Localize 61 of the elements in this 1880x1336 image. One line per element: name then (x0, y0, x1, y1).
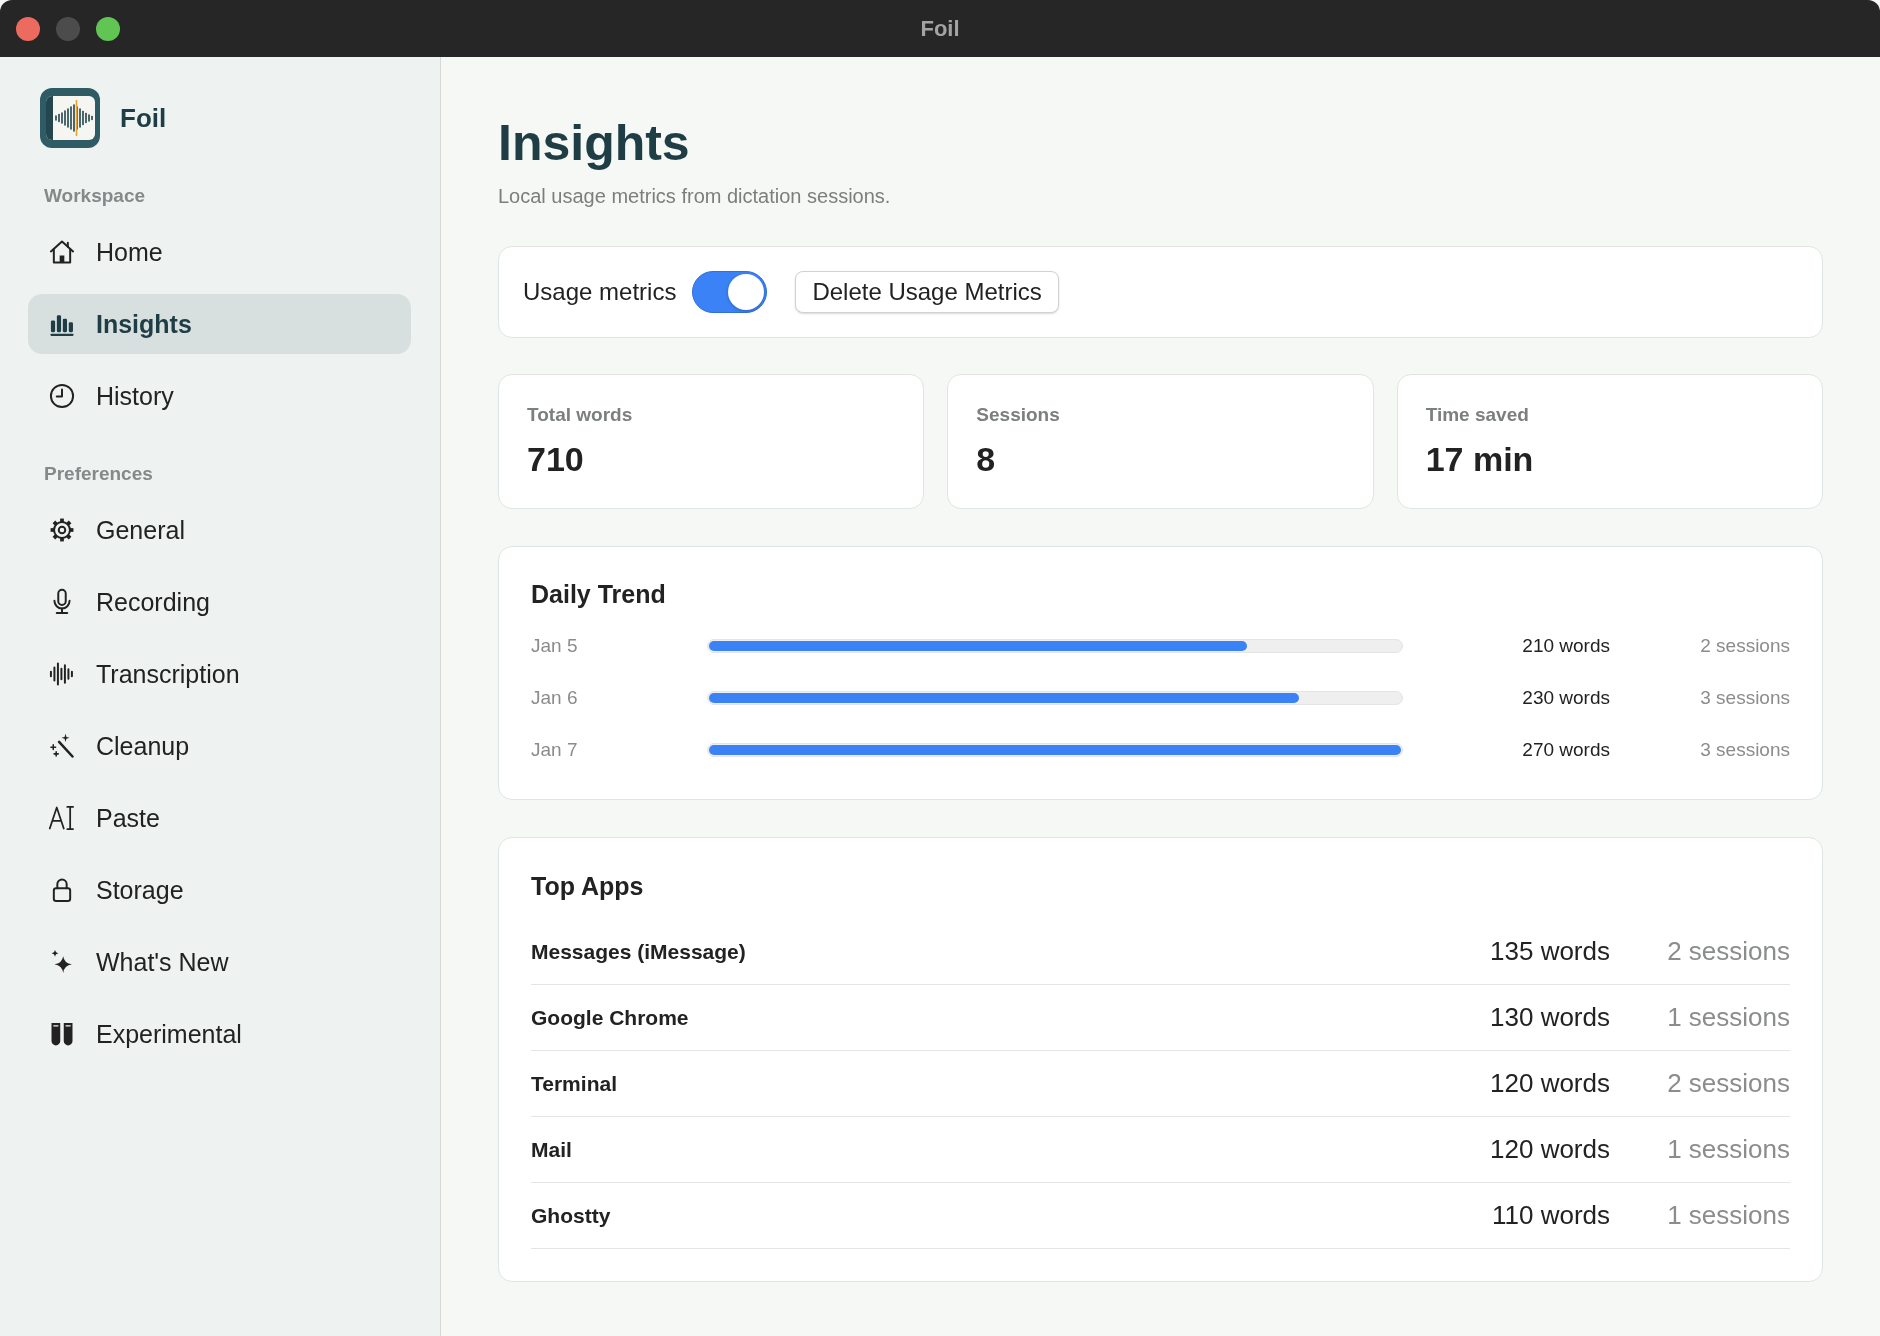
sidebar-item[interactable]: Insights (28, 294, 411, 354)
session-count: 1 sessions (1667, 1002, 1790, 1033)
waveform-logo-icon (40, 88, 100, 148)
stat-label: Time saved (1425, 403, 1529, 427)
text-cursor-icon (48, 804, 76, 832)
sidebar-item[interactable]: Home (28, 222, 411, 282)
app-name: Terminal (531, 1071, 617, 1096)
app-name: Ghostty (531, 1203, 611, 1228)
stat-label: Total words (527, 403, 633, 427)
card-title: Top Apps (531, 871, 644, 901)
sidebar-item[interactable]: History (28, 366, 411, 426)
close-button[interactable] (16, 16, 40, 41)
stat-label: Sessions (976, 403, 1060, 427)
page-subtitle: Local usage metrics from dictation sessions. (498, 184, 891, 209)
section-heading: Workspace (44, 184, 146, 208)
app-name: Mail (531, 1137, 572, 1162)
sidebar-item[interactable]: General (28, 500, 411, 560)
word-count: 230 words (1522, 687, 1610, 709)
page-title: Insights (498, 114, 690, 173)
toggle-switch[interactable] (692, 271, 768, 313)
window-title: Foil (920, 15, 960, 42)
app-name: Google Chrome (531, 1005, 689, 1030)
session-count: 1 sessions (1667, 1200, 1790, 1231)
date-label: Jan 7 (531, 739, 578, 761)
sidebar-item[interactable]: Paste (28, 788, 411, 848)
word-count: 130 words (1490, 1002, 1610, 1033)
house-icon (48, 238, 76, 266)
app-name: Messages (iMessage) (531, 939, 746, 964)
delete-usage-metrics-button[interactable]: Delete Usage Metrics (795, 271, 1059, 313)
clock-icon (48, 382, 76, 410)
session-count: 1 sessions (1667, 1134, 1790, 1165)
session-count: 3 sessions (1700, 687, 1790, 709)
word-count: 210 words (1522, 635, 1610, 657)
card-title: Daily Trend (531, 579, 666, 609)
word-count: 120 words (1490, 1134, 1610, 1165)
sidebar-item[interactable]: Cleanup (28, 716, 411, 776)
zoom-button[interactable] (96, 16, 120, 41)
word-count: 110 words (1491, 1200, 1610, 1231)
session-count: 3 sessions (1700, 739, 1790, 761)
section-heading: Preferences (44, 462, 153, 486)
word-count: 120 words (1490, 1068, 1610, 1099)
stat-value: 710 (527, 439, 584, 480)
date-label: Jan 5 (531, 635, 578, 657)
session-count: 2 sessions (1667, 936, 1790, 967)
usage-metrics-label: Usage metrics (523, 278, 677, 306)
app-name: Foil (120, 102, 167, 134)
gear-icon (48, 516, 76, 544)
sidebar-item[interactable]: Experimental (28, 1004, 411, 1064)
sidebar-item[interactable]: Storage (28, 860, 411, 920)
session-count: 2 sessions (1667, 1068, 1790, 1099)
waveform-icon (48, 660, 76, 688)
sidebar-item[interactable]: Transcription (28, 644, 411, 704)
magic-wand-icon (48, 732, 76, 760)
sidebar-item[interactable]: What's New (28, 932, 411, 992)
stat-value: 8 (976, 439, 996, 480)
word-count: 135 words (1490, 936, 1610, 967)
date-label: Jan 6 (531, 687, 578, 709)
word-count: 270 words (1522, 739, 1610, 761)
sidebar-item[interactable]: Recording (28, 572, 411, 632)
stat-value: 17 min (1425, 439, 1534, 480)
session-count: 2 sessions (1700, 635, 1790, 657)
